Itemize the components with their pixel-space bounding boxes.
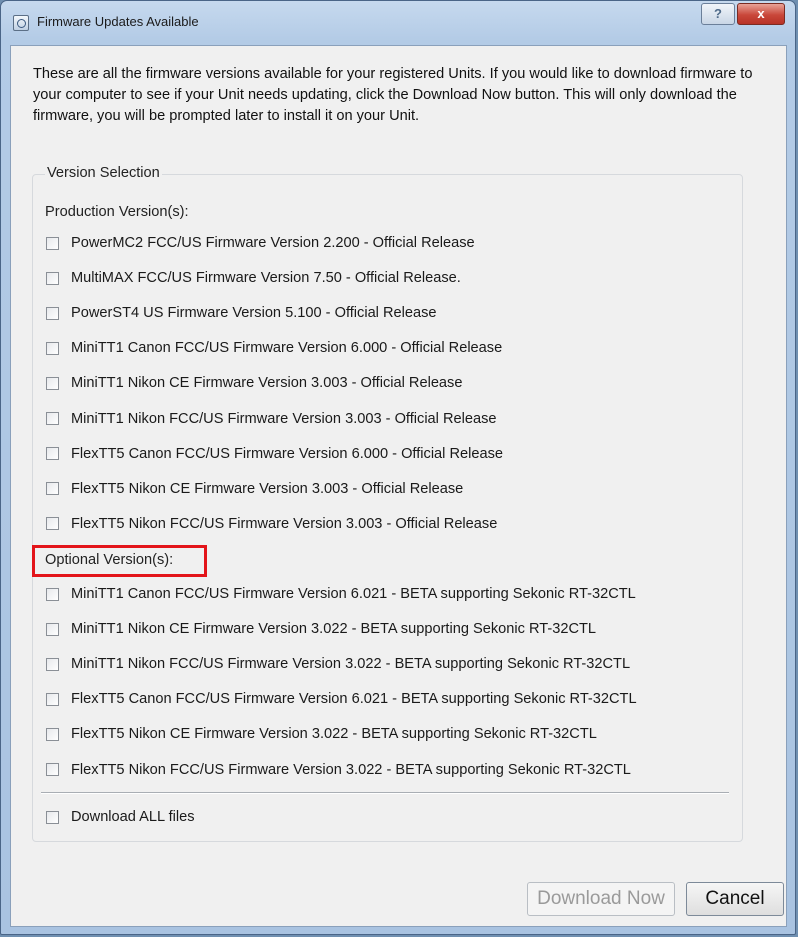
optional-firmware-checkbox[interactable] (46, 763, 59, 776)
dialog-body: These are all the firmware versions avai… (10, 45, 787, 927)
intro-text: These are all the firmware versions avai… (33, 66, 753, 124)
optional-versions-label: Optional Version(s): (45, 552, 174, 568)
optional-firmware-label: MiniTT1 Nikon CE Firmware Version 3.022 … (71, 621, 597, 638)
production-firmware-checkbox[interactable] (46, 271, 59, 285)
production-firmware-label: PowerST4 US Firmware Version 5.100 - Off… (71, 305, 437, 322)
production-firmware-option[interactable]: MiniTT1 Nikon FCC/US Firmware Version 3.… (46, 408, 497, 430)
optional-firmware-label: MiniTT1 Canon FCC/US Firmware Version 6.… (71, 586, 636, 602)
download-all-label: Download ALL files (71, 809, 195, 825)
app-icon (13, 15, 29, 31)
production-firmware-label: PowerMC2 FCC/US Firmware Version 2.200 -… (71, 235, 475, 251)
production-firmware-label: FlexTT5 Canon FCC/US Firmware Version 6.… (71, 445, 504, 462)
download-now-button[interactable]: Download Now (527, 882, 675, 916)
production-firmware-checkbox[interactable] (46, 517, 59, 531)
production-firmware-option[interactable]: FlexTT5 Canon FCC/US Firmware Version 6.… (46, 443, 503, 465)
production-firmware-label: FlexTT5 Nikon FCC/US Firmware Version 3.… (71, 515, 498, 532)
version-selection-legend: Version Selection (45, 165, 162, 181)
divider (41, 792, 729, 794)
download-all-option[interactable]: Download ALL files (46, 806, 195, 828)
download-all-checkbox[interactable] (46, 810, 59, 824)
title-bar[interactable]: Firmware Updates Available ? x (1, 1, 795, 45)
production-firmware-option[interactable]: MultiMAX FCC/US Firmware Version 7.50 - … (46, 267, 461, 289)
close-button[interactable]: x (737, 3, 785, 25)
production-firmware-option[interactable]: PowerMC2 FCC/US Firmware Version 2.200 -… (46, 232, 475, 254)
production-versions-label: Production Version(s): (45, 204, 189, 220)
production-firmware-checkbox[interactable] (46, 412, 59, 425)
optional-firmware-label: FlexTT5 Nikon FCC/US Firmware Version 3.… (71, 761, 631, 778)
production-firmware-checkbox[interactable] (46, 447, 59, 461)
production-firmware-label: FlexTT5 Nikon CE Firmware Version 3.003 … (71, 480, 464, 497)
help-button[interactable]: ? (701, 3, 735, 25)
optional-firmware-option[interactable]: FlexTT5 Nikon FCC/US Firmware Version 3.… (46, 759, 631, 781)
optional-firmware-label: FlexTT5 Nikon CE Firmware Version 3.022 … (71, 726, 597, 743)
production-firmware-option[interactable]: MiniTT1 Canon FCC/US Firmware Version 6.… (46, 337, 502, 359)
production-firmware-checkbox[interactable] (46, 306, 59, 320)
production-firmware-option[interactable]: FlexTT5 Nikon CE Firmware Version 3.003 … (46, 478, 463, 500)
production-firmware-checkbox[interactable] (46, 376, 59, 390)
window-title: Firmware Updates Available (37, 14, 199, 29)
optional-firmware-option[interactable]: MiniTT1 Nikon FCC/US Firmware Version 3.… (46, 653, 630, 675)
production-firmware-checkbox[interactable] (46, 482, 59, 496)
optional-firmware-checkbox[interactable] (46, 587, 59, 601)
optional-firmware-checkbox[interactable] (46, 657, 59, 671)
firmware-updates-dialog: Firmware Updates Available ? x These are… (0, 0, 796, 935)
optional-firmware-option[interactable]: MiniTT1 Canon FCC/US Firmware Version 6.… (46, 583, 636, 605)
production-firmware-checkbox[interactable] (46, 236, 59, 250)
production-firmware-option[interactable]: FlexTT5 Nikon FCC/US Firmware Version 3.… (46, 513, 497, 535)
optional-firmware-option[interactable]: FlexTT5 Canon FCC/US Firmware Version 6.… (46, 688, 637, 710)
production-firmware-option[interactable]: MiniTT1 Nikon CE Firmware Version 3.003 … (46, 372, 462, 394)
optional-firmware-checkbox[interactable] (46, 622, 59, 636)
optional-firmware-option[interactable]: MiniTT1 Nikon CE Firmware Version 3.022 … (46, 618, 596, 640)
production-firmware-label: MiniTT1 Canon FCC/US Firmware Version 6.… (71, 340, 503, 357)
optional-firmware-checkbox[interactable] (46, 692, 59, 706)
optional-firmware-label: FlexTT5 Canon FCC/US Firmware Version 6.… (71, 691, 637, 708)
production-firmware-option[interactable]: PowerST4 US Firmware Version 5.100 - Off… (46, 302, 437, 324)
optional-firmware-checkbox[interactable] (46, 727, 59, 741)
optional-firmware-label: MiniTT1 Nikon FCC/US Firmware Version 3.… (71, 656, 631, 673)
production-firmware-checkbox[interactable] (46, 341, 59, 355)
production-firmware-label: MiniTT1 Nikon FCC/US Firmware Version 3.… (71, 410, 497, 427)
production-firmware-label: MultiMAX FCC/US Firmware Version 7.50 - … (71, 270, 461, 287)
optional-firmware-option[interactable]: FlexTT5 Nikon CE Firmware Version 3.022 … (46, 723, 597, 745)
cancel-button[interactable]: Cancel (686, 882, 784, 916)
production-firmware-label: MiniTT1 Nikon CE Firmware Version 3.003 … (71, 375, 463, 392)
